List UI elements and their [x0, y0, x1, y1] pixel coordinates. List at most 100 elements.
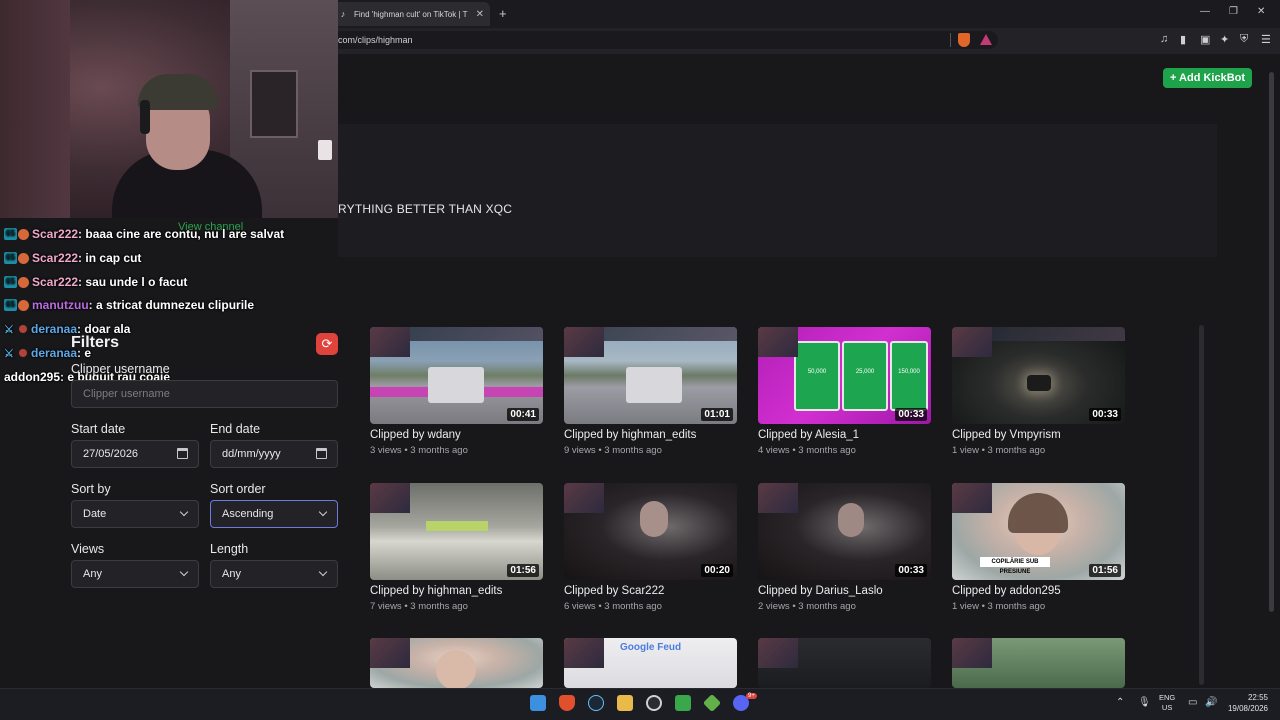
sort-by-select[interactable]: Date [71, 500, 199, 528]
filters-title: Filters [71, 334, 120, 351]
menu-icon[interactable]: ☰ [1261, 33, 1271, 46]
address-bar[interactable]: com/clips/highman [330, 31, 998, 49]
chat-username[interactable]: addon295 [4, 370, 60, 384]
steam-icon[interactable] [588, 695, 604, 711]
language-indicator[interactable]: ENG US [1159, 693, 1175, 713]
thumbnail-caption: COPILĂRIE SUB PRESIUNE [980, 557, 1050, 575]
calendar-icon[interactable] [316, 448, 327, 459]
clip-title[interactable]: Clipped by Alesia_1 [758, 429, 859, 441]
chevron-down-icon [318, 507, 328, 517]
clip-thumbnail[interactable]: 01:01 [564, 327, 737, 424]
calendar-icon[interactable] [177, 448, 188, 459]
browser-tab[interactable]: ♪ Find 'highman cult' on TikTok | T ✕ [332, 2, 490, 26]
media-icon[interactable]: ♫ [1160, 33, 1168, 45]
minecraft-icon[interactable] [675, 695, 691, 711]
thumbnail-webcam [564, 483, 604, 513]
clip-title[interactable]: Clipped by Vmpyrism [952, 429, 1061, 441]
slot-value: 25,000 [855, 369, 875, 375]
sort-by-label: Sort by [71, 482, 111, 496]
clip-meta: 7 views • 3 months ago [370, 601, 468, 612]
webcam-overlay [0, 0, 338, 218]
flame-badge-icon [19, 349, 27, 357]
chevron-down-icon [179, 567, 189, 577]
microphone-icon[interactable]: 🎙 [1138, 697, 1151, 708]
thumbnail-car [1027, 375, 1051, 391]
clip-title[interactable]: Clipped by highman_edits [370, 585, 502, 597]
thumbnail-webcam [952, 483, 992, 513]
clip-title[interactable]: Clipped by Scar222 [564, 585, 664, 597]
webcam-curtain [0, 0, 70, 218]
chat-username[interactable]: Scar222 [32, 251, 78, 265]
volume-icon[interactable]: 🔊 [1205, 697, 1217, 708]
clip-thumbnail[interactable]: 01:56 [370, 483, 543, 580]
brave-browser-icon[interactable] [559, 695, 575, 711]
clip-thumbnail[interactable]: Google Feud [564, 638, 737, 688]
end-date-input[interactable]: dd/mm/yyyy [210, 440, 338, 468]
address-bar-divider [950, 33, 951, 47]
thumbnail-face [838, 503, 864, 537]
clip-thumbnail[interactable] [952, 638, 1125, 688]
sidebar-icon[interactable]: ▮ [1180, 33, 1186, 46]
reset-filters-button[interactable]: ⟳ [316, 333, 338, 355]
chat-username[interactable]: Scar222 [32, 275, 78, 289]
wallet-icon[interactable]: ▣ [1200, 33, 1210, 46]
tiktok-icon: ♪ [340, 9, 346, 19]
minimize-button[interactable]: — [1200, 6, 1210, 17]
clips-scrollbar[interactable] [1199, 325, 1204, 685]
restore-button[interactable]: ❐ [1229, 6, 1238, 17]
gift-badge-icon [18, 228, 29, 240]
leo-ai-icon[interactable]: ✦ [1220, 33, 1229, 46]
tray-overflow-icon[interactable]: ⌃ [1116, 697, 1124, 708]
clip-thumbnail[interactable]: 00:41 [370, 327, 543, 424]
clip-thumbnail[interactable] [758, 638, 931, 688]
thumbnail-webcam [370, 327, 410, 357]
chat-username[interactable]: Scar222 [32, 227, 78, 241]
add-kickbot-button[interactable]: + Add KickBot [1163, 68, 1252, 88]
clipper-username-label: Clipper username [71, 362, 170, 376]
clip-meta: 4 views • 3 months ago [758, 445, 856, 456]
url-text: com/clips/highman [338, 35, 413, 45]
end-date-placeholder: dd/mm/yyyy [222, 448, 281, 460]
clip-title[interactable]: Clipped by Darius_Laslo [758, 585, 883, 597]
sword-badge-icon: ⚔ [4, 347, 14, 360]
clip-thumbnail[interactable]: 00:33 [952, 327, 1125, 424]
clip-thumbnail[interactable]: 50,000 25,000 150,000 00:33 [758, 327, 931, 424]
start-menu-icon[interactable] [530, 695, 546, 711]
brave-rewards-icon[interactable] [980, 34, 992, 45]
chat-text: in cap cut [85, 251, 142, 265]
thumbnail-hair [1008, 493, 1068, 533]
sort-order-select[interactable]: Ascending [210, 500, 338, 528]
chat-username[interactable]: manutzuu [32, 298, 89, 312]
views-select[interactable]: Any [71, 560, 199, 588]
thumbnail-hud [410, 327, 543, 341]
system-clock[interactable]: 22:55 19/08/2026 [1222, 692, 1268, 714]
clip-title[interactable]: Clipped by wdany [370, 429, 461, 441]
clip-title[interactable]: Clipped by addon295 [952, 585, 1061, 597]
clip-meta: 2 views • 3 months ago [758, 601, 856, 612]
new-tab-button[interactable]: + [499, 6, 507, 21]
close-tab-icon[interactable]: ✕ [476, 9, 484, 20]
clip-thumbnail[interactable] [370, 638, 543, 688]
thumbnail-hud [604, 327, 737, 341]
vpn-icon[interactable]: ⛨ [1240, 33, 1248, 46]
clip-duration: 00:41 [507, 408, 539, 421]
clip-thumbnail[interactable]: COPILĂRIE SUB PRESIUNE 01:56 [952, 483, 1125, 580]
page-scrollbar[interactable] [1269, 72, 1274, 612]
file-explorer-icon[interactable] [617, 695, 633, 711]
network-icon[interactable]: ▭ [1188, 697, 1197, 708]
thumbnail-truck [428, 367, 484, 403]
start-date-input[interactable]: 27/05/2026 [71, 440, 199, 468]
gift-badge-icon [18, 252, 29, 264]
language-code: ENG [1159, 693, 1176, 702]
obs-icon[interactable] [646, 695, 662, 711]
brave-shield-icon[interactable] [958, 33, 970, 47]
clip-duration: 01:56 [1089, 564, 1121, 577]
clip-thumbnail[interactable]: 00:33 [758, 483, 931, 580]
length-select[interactable]: Any [210, 560, 338, 588]
subscriber-badge-icon: 65 [4, 276, 17, 288]
clip-title[interactable]: Clipped by highman_edits [564, 429, 696, 441]
clip-thumbnail[interactable]: 00:20 [564, 483, 737, 580]
thumbnail-webcam [564, 638, 604, 668]
close-window-button[interactable]: ✕ [1257, 6, 1265, 17]
clipper-username-input[interactable]: Clipper username [71, 380, 338, 408]
